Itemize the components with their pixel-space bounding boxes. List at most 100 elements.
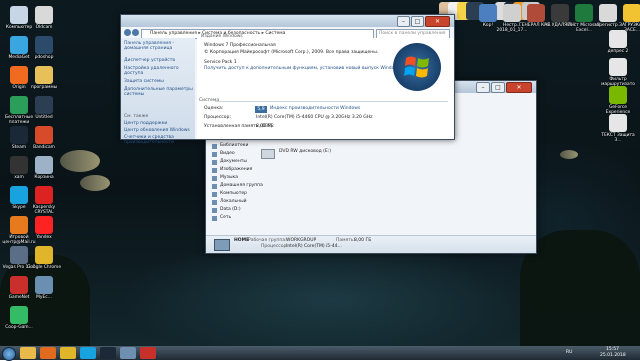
record-taskbar-button[interactable] xyxy=(140,347,156,359)
app-icon xyxy=(35,36,53,54)
sidebar-link[interactable]: Настройка удаленного доступа xyxy=(124,66,194,76)
network-icon xyxy=(212,216,217,221)
desktop-icon[interactable]: ЗАГРУЗКА - ЗАСЕ... xyxy=(614,4,640,33)
skype-taskbar-button[interactable] xyxy=(80,347,96,359)
windows-logo-icon xyxy=(393,43,441,91)
desktop-icon-label: Untitled xyxy=(35,115,53,120)
drive-icon xyxy=(212,200,217,205)
desktop-icon[interactable]: Untitled xyxy=(26,96,62,120)
computer-name: HOME xyxy=(234,238,250,243)
desktop-icon[interactable]: Yandex xyxy=(26,216,62,240)
homegroup-icon xyxy=(212,184,217,189)
explorer-taskbar-button[interactable] xyxy=(20,347,36,359)
steam-taskbar-button[interactable] xyxy=(100,347,116,359)
fish-decoration xyxy=(60,150,100,172)
nav-tree-label: Data (D:) xyxy=(220,207,241,212)
system-info-label: Оценка: xyxy=(204,106,224,111)
nav-tree-label: Музыка xyxy=(220,175,238,180)
system-info-row: Процессор: Intel(R) Core(TM) i5-4460 CPU … xyxy=(204,115,450,124)
desktop-icon[interactable]: ТЕКСТ Защита З... xyxy=(600,114,636,143)
desktop-icon[interactable]: Coop-Gam... xyxy=(1,306,37,330)
app-icon xyxy=(35,126,53,144)
plant-decoration xyxy=(520,230,640,346)
sidebar-home-link[interactable]: Панель управления - домашняя страница xyxy=(124,41,192,51)
sidebar-link[interactable]: Диспетчер устройств xyxy=(124,58,194,63)
desktop-icon[interactable]: pdoshop xyxy=(26,36,62,60)
desktop-icon[interactable]: MyEc... xyxy=(26,276,62,300)
nav-tree-item[interactable]: Музыка xyxy=(212,175,256,183)
see-also-link[interactable]: Счетчики и средства производительности xyxy=(124,135,194,145)
desktop-icon[interactable]: GeForce Experience xyxy=(600,86,636,115)
nav-tree-item[interactable]: Видео xyxy=(212,151,256,159)
desktop-icon-label: Корзина xyxy=(34,175,54,180)
nav-tree-item[interactable]: Компьютер xyxy=(212,191,256,199)
explorer-nav-pane: Библиотеки Видео Документы Изображения Музык… xyxy=(212,143,263,241)
nav-tree-item[interactable]: Изображения xyxy=(212,167,256,175)
system-info-value[interactable]: Индекс производительности Windows xyxy=(270,106,360,112)
desktop-icon[interactable]: Google Chrome xyxy=(26,246,62,270)
address-part[interactable]: Панель управления xyxy=(150,31,197,36)
nav-tree-label: Видео xyxy=(220,151,235,156)
nav-tree-label: Сеть xyxy=(220,215,232,220)
desktop-icon-label: Oldcam xyxy=(35,25,53,30)
start-button[interactable] xyxy=(2,347,16,361)
sidebar-link[interactable]: Дополнительные параметры системы xyxy=(124,87,194,97)
see-also-link[interactable]: Центр обновления Windows xyxy=(124,128,194,133)
system-info-row: Установленная память (ОЗУ): 8,00 ГБ xyxy=(204,124,450,133)
fish-decoration xyxy=(80,175,110,191)
app-icon xyxy=(623,4,640,22)
app-icon xyxy=(35,96,53,114)
system-info-label: Процессор: xyxy=(204,115,231,120)
app-icon xyxy=(35,156,53,174)
nav-tree-item[interactable]: Документы xyxy=(212,159,256,167)
desktop-icon[interactable]: Корзина xyxy=(26,156,62,180)
control-panel-taskbar-button[interactable] xyxy=(120,347,136,359)
upgrade-link[interactable]: Получить доступ к дополнительным функция… xyxy=(204,66,405,72)
nav-tree-item[interactable]: Библиотеки xyxy=(212,143,256,151)
chrome-taskbar-button[interactable] xyxy=(60,347,76,359)
desktop-icon[interactable]: Oldcam xyxy=(26,6,62,30)
minimize-button[interactable]: – xyxy=(397,16,410,27)
computer-icon xyxy=(214,239,230,251)
nav-tree-item[interactable]: Домашняя группа xyxy=(212,183,263,191)
video-icon xyxy=(212,152,217,157)
drive-icon xyxy=(212,208,217,213)
desktop-icon[interactable]: программы xyxy=(26,66,62,90)
desktop-icon-label: ТЕКСТ Защита З... xyxy=(601,133,635,143)
app-icon xyxy=(35,66,53,84)
nav-tree-item[interactable]: Локальный xyxy=(212,199,256,207)
close-button[interactable]: ✕ xyxy=(425,16,450,27)
app-icon xyxy=(609,114,627,132)
nav-tree-label: Документы xyxy=(220,159,247,164)
maximize-button[interactable]: □ xyxy=(491,82,505,93)
system-content: Издание Windows Windows 7 Профессиональн… xyxy=(197,34,454,139)
desktop-icon-label: MyEc... xyxy=(36,295,52,300)
maximize-button[interactable]: □ xyxy=(411,16,424,27)
desktop-icon-label: Coop-Gam... xyxy=(5,325,33,330)
address-part[interactable]: Система xyxy=(265,31,285,36)
media-player-taskbar-button[interactable] xyxy=(40,347,56,359)
nav-tree-label: Домашняя группа xyxy=(220,183,263,188)
desktop-icon-label: pdoshop xyxy=(34,55,54,60)
close-button[interactable]: ✕ xyxy=(506,82,532,93)
edition-heading: Издание Windows xyxy=(201,34,243,39)
library-icon xyxy=(212,144,217,149)
windows-edition: Windows 7 Профессиональная xyxy=(204,43,276,48)
system-window[interactable]: – □ ✕ Панель управления ▸ Система и безо… xyxy=(120,14,455,145)
app-icon xyxy=(609,58,627,76)
see-also-link[interactable]: Центр поддержки xyxy=(124,121,194,126)
desktop-icon[interactable]: Kaspersky CRYSTAL xyxy=(26,186,62,215)
app-icon xyxy=(35,186,53,204)
desktop-icon[interactable]: Bandicam xyxy=(26,126,62,150)
desktop-icon-label: Yandex xyxy=(36,235,52,240)
back-button[interactable] xyxy=(124,29,131,36)
fish-decoration xyxy=(560,150,578,159)
forward-button[interactable] xyxy=(132,29,139,36)
clock-date[interactable]: 25.01.2018 xyxy=(600,353,626,359)
desktop-icon[interactable]: депрес 2 xyxy=(600,30,636,54)
minimize-button[interactable]: – xyxy=(476,82,490,93)
nav-tree-item[interactable]: Сеть xyxy=(212,215,256,223)
language-indicator[interactable]: RU xyxy=(566,350,572,356)
nav-tree-item[interactable]: Data (D:) xyxy=(212,207,256,215)
sidebar-link[interactable]: Защита системы xyxy=(124,79,194,84)
